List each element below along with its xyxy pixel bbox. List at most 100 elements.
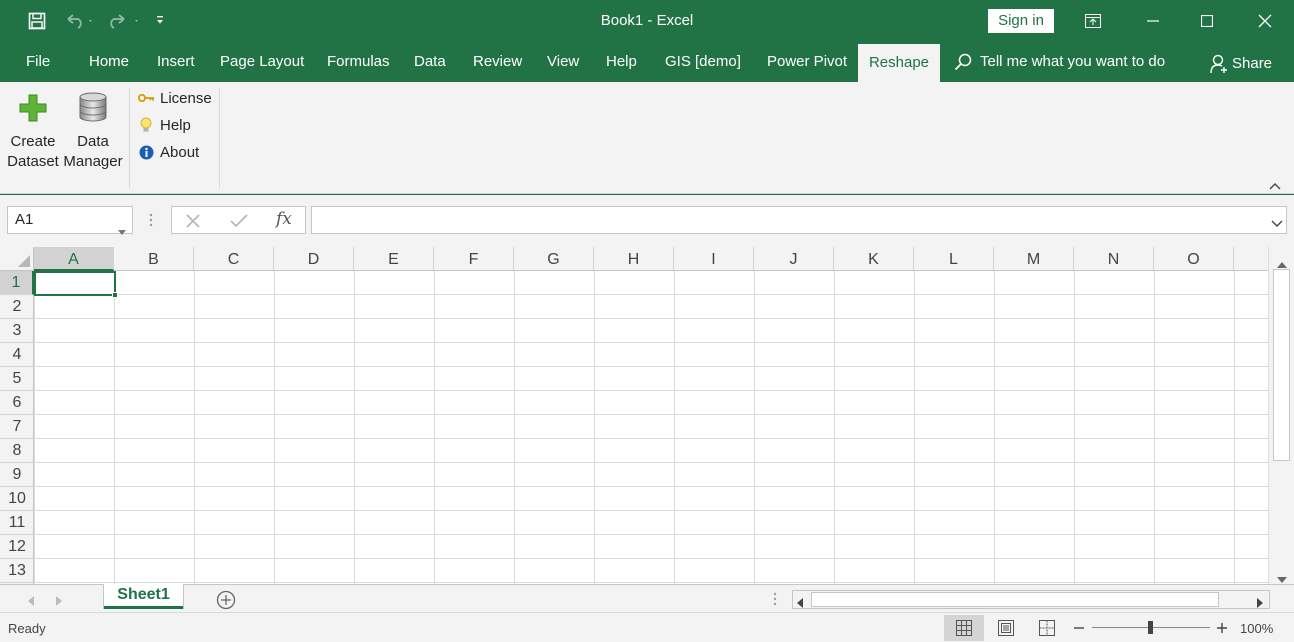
- vertical-scroll-thumb[interactable]: [1273, 269, 1290, 461]
- page-break-preview-button[interactable]: [1027, 615, 1067, 641]
- enter-entry-icon[interactable]: [230, 214, 248, 233]
- tab-file[interactable]: File: [26, 42, 50, 82]
- title-bar: Book1 - Excel Sign in: [0, 0, 1294, 42]
- column-header-g[interactable]: G: [514, 247, 594, 271]
- about-label: About: [160, 143, 200, 161]
- about-button[interactable]: About: [138, 141, 199, 163]
- row-header-2[interactable]: 2: [0, 295, 34, 319]
- fill-handle[interactable]: [112, 292, 118, 298]
- tab-split-grip-icon[interactable]: [773, 592, 777, 611]
- row-header-5[interactable]: 5: [0, 367, 34, 391]
- zoom-level[interactable]: 100%: [1240, 621, 1273, 636]
- tab-page-layout[interactable]: Page Layout: [220, 42, 304, 82]
- tab-insert[interactable]: Insert: [157, 42, 195, 82]
- sheet-tab-sheet1[interactable]: Sheet1: [104, 584, 183, 609]
- formula-input[interactable]: [311, 206, 1287, 234]
- normal-view-icon: [956, 620, 972, 636]
- ribbon-group-separator: [129, 88, 130, 188]
- row-header-6[interactable]: 6: [0, 391, 34, 415]
- tab-reshape[interactable]: Reshape: [858, 44, 940, 84]
- row-header-11[interactable]: 11: [0, 511, 34, 535]
- page-layout-view-button[interactable]: [986, 615, 1026, 641]
- column-header-d[interactable]: D: [274, 247, 354, 271]
- tab-review[interactable]: Review: [473, 42, 522, 82]
- customize-qat-icon[interactable]: [154, 10, 166, 32]
- name-box[interactable]: A1: [7, 206, 133, 235]
- tab-data[interactable]: Data: [414, 42, 446, 82]
- zoom-out-icon[interactable]: [1073, 621, 1085, 639]
- column-header-j[interactable]: J: [754, 247, 834, 271]
- column-headers: A B C D E F G H I J K L M N O: [0, 247, 1268, 271]
- minimize-icon[interactable]: [1124, 0, 1182, 42]
- horizontal-scroll-thumb[interactable]: [811, 592, 1219, 607]
- row-header-9[interactable]: 9: [0, 463, 34, 487]
- share-button[interactable]: Share: [1232, 44, 1272, 84]
- tab-help[interactable]: Help: [606, 42, 637, 82]
- column-header-e[interactable]: E: [354, 247, 434, 271]
- column-header-m[interactable]: M: [994, 247, 1074, 271]
- tab-home[interactable]: Home: [89, 42, 129, 82]
- vertical-scrollbar[interactable]: [1268, 247, 1294, 584]
- save-icon[interactable]: [28, 10, 46, 32]
- redo-icon[interactable]: [106, 10, 140, 32]
- next-sheet-icon[interactable]: [56, 593, 62, 611]
- scroll-left-icon[interactable]: [797, 595, 803, 613]
- horizontal-scrollbar[interactable]: [792, 590, 1270, 609]
- column-header-c[interactable]: C: [194, 247, 274, 271]
- active-cell-a1[interactable]: [34, 271, 116, 296]
- ribbon-display-options-icon[interactable]: [1064, 0, 1122, 42]
- normal-view-button[interactable]: [944, 615, 984, 641]
- create-dataset-label-line1: Create: [10, 133, 56, 150]
- license-button[interactable]: License: [138, 87, 212, 109]
- tab-power-pivot[interactable]: Power Pivot: [767, 42, 847, 82]
- help-button[interactable]: Help: [138, 114, 191, 136]
- column-header-o[interactable]: O: [1154, 247, 1234, 271]
- tell-me-search[interactable]: Tell me what you want to do: [980, 42, 1165, 82]
- previous-sheet-icon[interactable]: [28, 593, 34, 611]
- collapse-ribbon-icon[interactable]: [1269, 177, 1281, 195]
- row-header-10[interactable]: 10: [0, 487, 34, 511]
- insert-function-button[interactable]: fx: [276, 209, 292, 229]
- row-header-3[interactable]: 3: [0, 319, 34, 343]
- row-header-12[interactable]: 12: [0, 535, 34, 559]
- column-header-b[interactable]: B: [114, 247, 194, 271]
- zoom-slider-thumb[interactable]: [1148, 621, 1153, 634]
- ribbon-panel: Create Dataset Data Manager License Help…: [0, 82, 1294, 194]
- scroll-right-icon[interactable]: [1257, 595, 1263, 613]
- maximize-icon[interactable]: [1178, 0, 1236, 42]
- tab-view[interactable]: View: [547, 42, 579, 82]
- help-label: Help: [160, 116, 191, 134]
- formula-bar-grip-icon[interactable]: [149, 213, 153, 232]
- row-header-4[interactable]: 4: [0, 343, 34, 367]
- sign-in-button[interactable]: Sign in: [988, 9, 1054, 33]
- tab-gis-demo[interactable]: GIS [demo]: [665, 42, 741, 82]
- column-header-l[interactable]: L: [914, 247, 994, 271]
- name-box-dropdown-icon[interactable]: [118, 218, 126, 244]
- expand-formula-bar-icon[interactable]: [1271, 215, 1283, 233]
- column-header-a[interactable]: A: [34, 247, 114, 271]
- lightbulb-icon: [138, 117, 154, 133]
- cancel-entry-icon[interactable]: [186, 214, 200, 233]
- data-manager-button[interactable]: Data Manager: [62, 84, 124, 172]
- column-header-n[interactable]: N: [1074, 247, 1154, 271]
- row-header-13[interactable]: 13: [0, 559, 34, 583]
- cell-area[interactable]: [34, 271, 1268, 584]
- page-layout-view-icon: [998, 620, 1014, 636]
- column-header-k[interactable]: K: [834, 247, 914, 271]
- column-header-i[interactable]: I: [674, 247, 754, 271]
- column-header-f[interactable]: F: [434, 247, 514, 271]
- undo-icon[interactable]: [64, 10, 94, 32]
- column-header-h[interactable]: H: [594, 247, 674, 271]
- tab-formulas[interactable]: Formulas: [327, 42, 390, 82]
- row-header-1[interactable]: 1: [0, 271, 34, 295]
- row-header-7[interactable]: 7: [0, 415, 34, 439]
- license-label: License: [160, 89, 212, 107]
- formula-buttons: fx: [171, 206, 306, 234]
- data-manager-label-line1: Data: [77, 133, 109, 150]
- key-icon: [138, 90, 154, 106]
- close-icon[interactable]: [1236, 0, 1294, 42]
- zoom-in-icon[interactable]: [1216, 621, 1228, 639]
- create-dataset-button[interactable]: Create Dataset: [4, 84, 62, 172]
- select-all-button[interactable]: [0, 247, 34, 271]
- row-header-8[interactable]: 8: [0, 439, 34, 463]
